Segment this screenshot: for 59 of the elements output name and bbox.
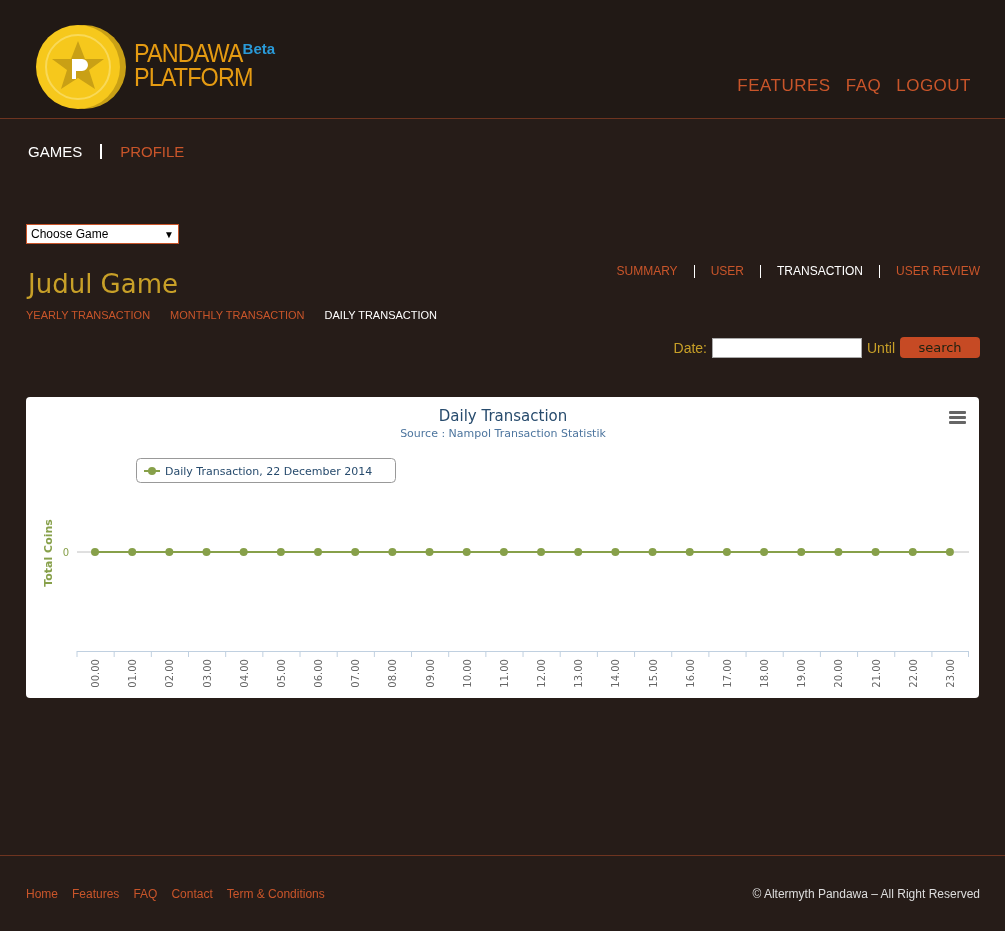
section-tab[interactable]: SUMMARY [616, 264, 678, 278]
x-tick-label: 19.00 [796, 659, 808, 688]
y-axis-title: Total Coins [42, 519, 55, 587]
coin-logo-icon [36, 23, 126, 111]
brand-name: PANDAWA [134, 41, 243, 65]
x-tick-label: 15.00 [647, 659, 659, 688]
x-tick-label: 20.00 [833, 659, 845, 688]
footer-link[interactable]: Features [72, 886, 120, 901]
main-tab[interactable]: PROFILE [120, 143, 185, 160]
nav-link[interactable]: FEATURES [737, 76, 831, 96]
nav-link[interactable]: LOGOUT [896, 76, 971, 96]
x-tick-label: 22.00 [907, 659, 919, 688]
nav-link[interactable]: FAQ [845, 76, 882, 96]
x-tick-label: 18.00 [759, 659, 771, 688]
date-label: Date: [673, 339, 707, 356]
period-tab[interactable]: YEARLY TRANSACTION [26, 309, 151, 321]
game-title: Judul Game [28, 269, 180, 299]
legend-label[interactable]: Daily Transaction, 22 December 2014 [165, 465, 373, 478]
main-tab[interactable]: GAMES [28, 143, 83, 160]
x-tick-label: 11.00 [498, 659, 510, 688]
x-tick-label: 01.00 [127, 659, 139, 688]
brand-name: PLATFORM [134, 65, 254, 89]
x-tick-label: 00.00 [90, 659, 101, 688]
period-tab[interactable]: DAILY TRANSACTION [324, 309, 438, 321]
x-tick-label: 14.00 [610, 659, 622, 688]
x-tick-label: 13.00 [573, 659, 585, 688]
game-dropdown[interactable]: Choose Game ▼ [26, 224, 179, 244]
x-tick-label: 10.00 [461, 659, 473, 688]
until-label: Until [867, 339, 895, 356]
chart-title: Daily Transaction [438, 407, 568, 425]
chart-subtitle: Source : Nampol Transaction Statistik [400, 427, 606, 440]
x-tick-label: 05.00 [275, 659, 287, 688]
date-field[interactable] [712, 337, 862, 358]
x-tick-label: 23.00 [944, 659, 956, 688]
x-tick-label: 21.00 [870, 659, 882, 688]
footer-link[interactable]: Term & Conditions [226, 886, 325, 901]
x-tick-label: 16.00 [684, 659, 696, 688]
y-tick-label: 0 [62, 547, 69, 558]
x-tick-label: 17.00 [721, 659, 733, 688]
x-tick-label: 04.00 [238, 659, 250, 688]
x-tick-label: 02.00 [164, 659, 176, 688]
section-tab[interactable]: USER REVIEW [896, 264, 980, 278]
section-tab[interactable]: USER [710, 264, 744, 278]
beta-label: Beta [242, 39, 276, 57]
search-button[interactable]: search [900, 337, 980, 358]
copyright-text: © Altermyth Pandawa – All Right Reserved [752, 886, 980, 901]
menu-icon[interactable] [949, 411, 966, 424]
footer-link[interactable]: FAQ [133, 886, 158, 901]
x-tick-label: 07.00 [350, 659, 362, 688]
x-tick-label: 12.00 [536, 659, 548, 688]
x-tick-label: 09.00 [424, 659, 436, 688]
x-tick-label: 08.00 [387, 659, 399, 688]
footer-link[interactable]: Home [26, 886, 58, 901]
x-tick-label: 03.00 [201, 659, 213, 688]
section-tab[interactable]: TRANSACTION [776, 264, 863, 278]
period-tab[interactable]: MONTHLY TRANSACTION [170, 309, 305, 321]
x-tick-label: 06.00 [313, 659, 324, 688]
footer-link[interactable]: Contact [171, 886, 213, 901]
tab-separator [100, 144, 103, 159]
